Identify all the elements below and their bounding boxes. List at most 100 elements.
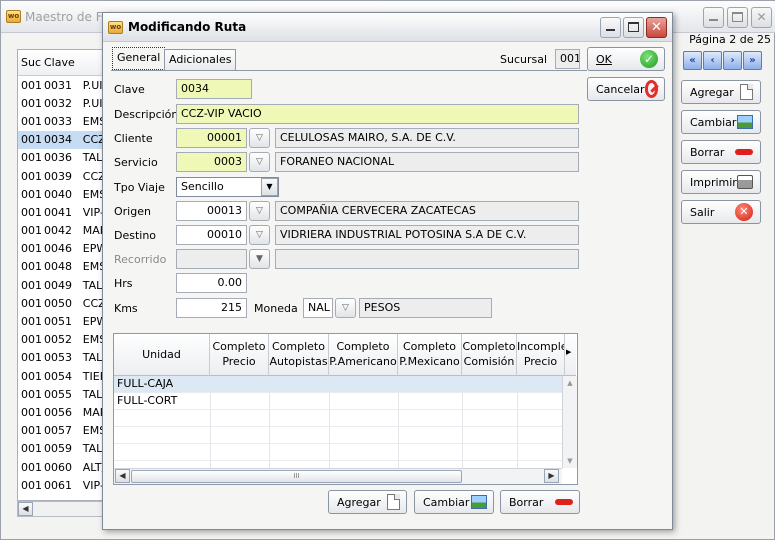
table-row[interactable]: 001 0039 CCZ [18, 167, 106, 185]
table-row[interactable]: 001 0049 TAL [18, 276, 106, 294]
table-row[interactable]: 001 0051 EPW [18, 312, 106, 330]
table-row[interactable]: 001 0033 EMS [18, 112, 106, 130]
table-row[interactable]: 001 0059 TAL [18, 440, 106, 458]
destino-name-field: VIDRIERA INDUSTRIAL POTOSINA S.A DE C.V. [275, 225, 579, 245]
cliente-code-field[interactable]: 00001 [176, 128, 247, 148]
col-completo-comision[interactable]: Completo Comisión [462, 334, 517, 376]
table-row[interactable]: 001 0041 VIP- [18, 203, 106, 221]
col-completo-autopistas[interactable]: Completo Autopistas [269, 334, 329, 376]
delete-icon [735, 149, 753, 155]
scroll-right-header-icon[interactable]: ▶ [566, 348, 571, 356]
table-row[interactable]: 001 0042 MAII [18, 222, 106, 240]
table-row[interactable]: 001 0046 EPW [18, 240, 106, 258]
table-row[interactable]: 001 0040 EMS [18, 185, 106, 203]
table-row[interactable] [114, 410, 562, 427]
cell-suc: 001 [21, 296, 42, 310]
col-unidad[interactable]: Unidad [114, 334, 210, 376]
moneda-code-field[interactable]: NAL [303, 298, 333, 318]
salir-label: Salir [690, 205, 715, 219]
destino-code-field[interactable]: 00010 [176, 225, 247, 245]
col-completo-precio[interactable]: Completo Precio [210, 334, 269, 376]
clave-field[interactable]: 0034 [176, 79, 252, 99]
col-completo-pamericano[interactable]: Completo P.Americano [329, 334, 398, 376]
next-page-button[interactable]: › [723, 51, 742, 70]
destino-lookup-icon[interactable]: ▽ [249, 225, 270, 245]
table-row[interactable]: 001 0054 TIEF [18, 367, 106, 385]
agregar-button[interactable]: Agregar [681, 80, 761, 104]
origen-lookup-icon[interactable]: ▽ [249, 201, 270, 221]
table-row[interactable]: 001 0032 P.UI [18, 94, 106, 112]
borrar-button[interactable]: Borrar [681, 140, 761, 164]
dialog-close-button[interactable]: ✕ [646, 17, 667, 38]
table-row[interactable]: FULL-CORT [114, 393, 562, 410]
cell-clave: 0046 [44, 242, 72, 256]
cell-suc: 001 [21, 424, 42, 438]
chevron-down-icon[interactable]: ▼ [261, 178, 278, 196]
ok-button[interactable]: OK ✓ [587, 47, 665, 71]
col-clave[interactable]: Clave [40, 56, 81, 69]
routes-grid[interactable]: Suc Clave 001 0031 P.UI 001 0032 P.UI 001 0033 E… [17, 49, 107, 501]
table-row[interactable]: 001 0053 TAL [18, 349, 106, 367]
servicio-lookup-icon[interactable]: ▽ [249, 152, 270, 172]
cambiar-button[interactable]: Cambiar [681, 110, 761, 134]
table-row[interactable]: 001 0057 EMS [18, 422, 106, 440]
table-row[interactable]: 001 0052 EMS [18, 331, 106, 349]
servicio-name-field: FORANEO NACIONAL [275, 152, 579, 172]
scroll-thumb[interactable]: III [131, 470, 462, 483]
table-row[interactable]: 001 0061 VIP- [18, 476, 106, 494]
grid-horizontal-scrollbar[interactable]: ◀ [17, 501, 107, 517]
cell-suc: 001 [21, 187, 42, 201]
scroll-left-icon[interactable]: ◀ [18, 502, 33, 516]
grid-cambiar-button[interactable]: Cambiar [414, 490, 494, 514]
table-row[interactable]: 001 0050 CCZ [18, 294, 106, 312]
app-logo-icon: wo [6, 10, 21, 23]
hrs-field[interactable]: 0.00 [176, 273, 247, 293]
maximize-button[interactable] [727, 7, 748, 28]
grid-horizontal-scrollbar[interactable]: ◀ III ▶ [114, 468, 562, 484]
col-suc[interactable]: Suc [18, 56, 41, 69]
close-button[interactable]: ✕ [751, 7, 772, 28]
minimize-button[interactable] [703, 7, 724, 28]
unidades-grid[interactable]: Unidad Completo Precio Completo Autopist… [113, 333, 578, 485]
scroll-left-icon[interactable]: ◀ [115, 469, 130, 483]
cell-suc: 001 [21, 133, 42, 147]
origen-code-field[interactable]: 00013 [176, 201, 247, 221]
imprimir-button[interactable]: Imprimir [681, 170, 761, 194]
tab-adicionales[interactable]: Adicionales [164, 49, 237, 70]
table-row[interactable] [114, 444, 562, 461]
grid-borrar-button[interactable]: Borrar [500, 490, 580, 514]
col-completo-pmexicano[interactable]: Completo P.Mexicano [398, 334, 462, 376]
grid-vertical-scrollbar[interactable]: ▲ ▼ [562, 376, 577, 468]
first-page-button[interactable]: « [683, 51, 702, 70]
table-row[interactable] [114, 427, 562, 444]
cancel-button[interactable]: Cancelar [587, 77, 665, 101]
cliente-lookup-icon[interactable]: ▽ [249, 128, 270, 148]
cell-suc: 001 [21, 315, 42, 329]
cell-clave: 0040 [44, 187, 72, 201]
tab-general[interactable]: General [112, 47, 166, 70]
table-row[interactable]: 001 0056 MAII [18, 403, 106, 421]
prev-page-button[interactable]: ‹ [703, 51, 722, 70]
col-incompleto-precio[interactable]: Incomple Precio [517, 334, 565, 376]
table-row[interactable]: FULL-CAJA [114, 376, 562, 393]
modificando-ruta-dialog: wo Modificando Ruta ✕ General Adicionale… [102, 12, 673, 530]
table-row[interactable]: 001 0055 TAL [18, 385, 106, 403]
salir-button[interactable]: Salir ✕ [681, 200, 761, 224]
kms-field[interactable]: 215 [176, 298, 247, 318]
grid-agregar-button[interactable]: Agregar [328, 490, 407, 514]
table-row[interactable]: 001 0048 EMS [18, 258, 106, 276]
scroll-down-icon[interactable]: ▼ [563, 454, 577, 468]
table-row[interactable]: 001 0031 P.UI [18, 76, 106, 94]
table-row[interactable]: 001 0034 CCZ [18, 130, 106, 149]
last-page-button[interactable]: » [743, 51, 762, 70]
dialog-minimize-button[interactable] [600, 17, 621, 38]
edit-picture-icon [737, 115, 753, 129]
table-row[interactable]: 001 0060 ALT/ [18, 458, 106, 476]
servicio-code-field[interactable]: 0003 [176, 152, 247, 172]
table-row[interactable]: 001 0036 TAL [18, 149, 106, 167]
moneda-lookup-icon[interactable]: ▽ [335, 298, 356, 318]
scroll-right-icon[interactable]: ▶ [544, 469, 559, 483]
dialog-maximize-button[interactable] [623, 17, 644, 38]
scroll-up-icon[interactable]: ▲ [563, 376, 577, 390]
descripcion-field[interactable]: CCZ-VIP VACIO [176, 104, 579, 124]
